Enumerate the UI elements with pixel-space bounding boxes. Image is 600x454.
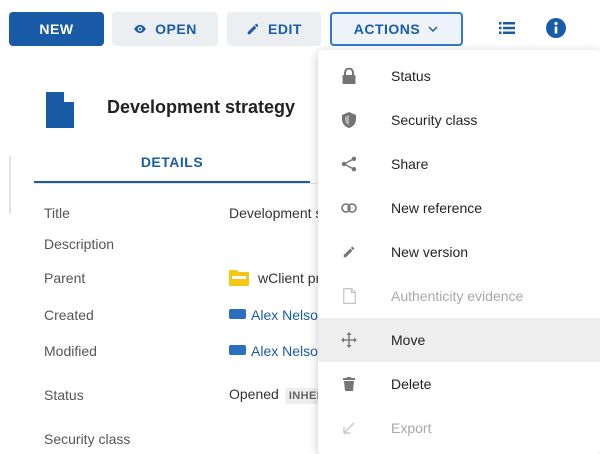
menu-item-new-reference[interactable]: New reference	[318, 186, 600, 230]
edit-button[interactable]: EDIT	[227, 12, 321, 46]
status-value: Opened INHER	[229, 386, 319, 404]
menu-item-label: Authenticity evidence	[391, 288, 524, 304]
menu-item-label: New reference	[391, 200, 483, 216]
folder-icon	[229, 268, 249, 289]
tab-divider	[34, 183, 324, 184]
status-text: Opened	[229, 386, 279, 402]
parent-label: Parent	[44, 270, 86, 286]
description-label: Description	[44, 236, 115, 252]
actions-menu: Status Security class Share New referenc…	[318, 50, 600, 454]
actions-button[interactable]: ACTIONS	[330, 12, 463, 46]
shield-icon	[340, 111, 358, 129]
parent-link[interactable]: wClient pr	[258, 270, 319, 286]
menu-item-authenticity-evidence[interactable]: Authenticity evidence	[318, 274, 600, 318]
document-icon	[46, 92, 74, 133]
actions-button-label: ACTIONS	[353, 21, 421, 37]
security-class-label: Security class	[44, 431, 131, 447]
pencil-icon	[246, 22, 260, 36]
user-badge-icon	[229, 345, 246, 355]
info-icon[interactable]	[546, 18, 566, 43]
page-title: Development strategy	[107, 97, 296, 117]
menu-item-share[interactable]: Share	[318, 142, 600, 186]
menu-item-label: Export	[391, 420, 432, 436]
tab-details[interactable]: DETAILS	[34, 143, 310, 183]
menu-item-delete[interactable]: Delete	[318, 362, 600, 406]
status-badge: INHER	[284, 388, 319, 404]
edit-button-label: EDIT	[268, 21, 302, 37]
status-label: Status	[44, 387, 84, 403]
modified-label: Modified	[44, 343, 97, 359]
open-button[interactable]: OPEN	[112, 12, 218, 46]
eye-icon	[133, 22, 147, 36]
title-label: Title	[44, 205, 70, 221]
modified-value[interactable]: Alex Nelso	[229, 343, 319, 359]
tab-details-label: DETAILS	[140, 154, 204, 170]
export-arrow-icon	[340, 419, 358, 437]
link-icon	[340, 199, 358, 217]
menu-item-security-class[interactable]: Security class	[318, 98, 600, 142]
trash-icon	[340, 375, 358, 393]
user-badge-icon	[229, 309, 246, 319]
created-label: Created	[44, 307, 94, 323]
title-value: Development s	[229, 205, 319, 221]
move-icon	[340, 331, 358, 349]
new-button-label: NEW	[39, 21, 74, 37]
parent-value[interactable]: wClient pr	[229, 268, 319, 289]
menu-item-label: Delete	[391, 376, 432, 392]
chevron-down-icon	[427, 23, 439, 35]
share-icon	[340, 155, 358, 173]
pencil-icon	[340, 243, 358, 261]
menu-item-label: Share	[391, 156, 429, 172]
left-panel-edge	[0, 58, 34, 454]
lock-icon	[340, 67, 358, 85]
list-view-icon[interactable]	[499, 21, 515, 40]
menu-item-status[interactable]: Status	[318, 54, 600, 98]
menu-item-new-version[interactable]: New version	[318, 230, 600, 274]
created-value[interactable]: Alex Nelso	[229, 307, 319, 323]
panel-divider	[9, 156, 11, 214]
menu-item-label: Move	[391, 332, 426, 348]
menu-item-export[interactable]: Export	[318, 406, 600, 450]
menu-item-label: Security class	[391, 112, 478, 128]
menu-item-label: New version	[391, 244, 469, 260]
menu-item-move[interactable]: Move	[318, 318, 600, 362]
new-button[interactable]: NEW	[9, 12, 104, 46]
document-icon	[340, 287, 358, 305]
modified-user-link[interactable]: Alex Nelso	[251, 343, 318, 359]
open-button-label: OPEN	[155, 21, 197, 37]
created-user-link[interactable]: Alex Nelso	[251, 307, 318, 323]
menu-item-label: Status	[391, 68, 431, 84]
